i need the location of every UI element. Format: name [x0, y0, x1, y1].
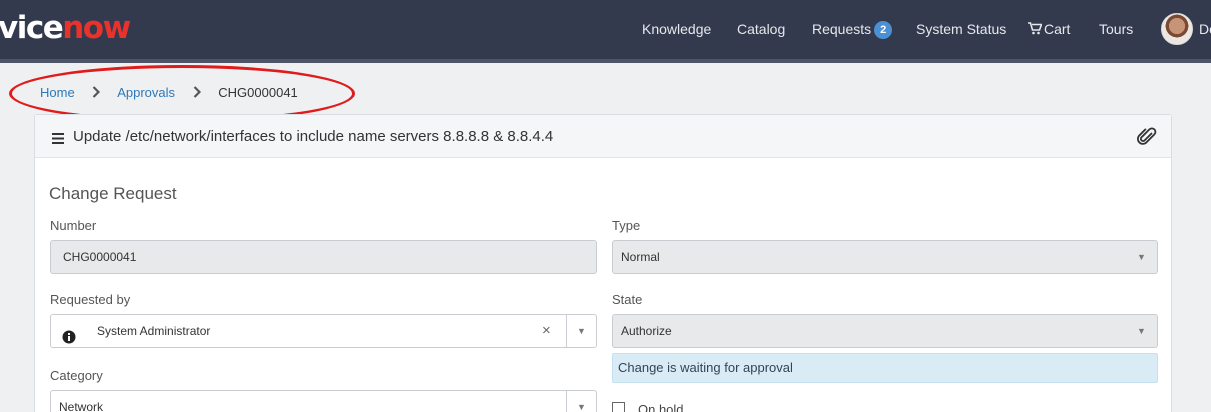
logo-prefix: vice: [0, 10, 64, 46]
requests-count-badge: 2: [874, 21, 893, 39]
state-select[interactable]: Authorize ▼: [612, 314, 1158, 348]
cart-icon: [1028, 22, 1043, 38]
number-field: CHG0000041: [50, 240, 597, 274]
nav-catalog[interactable]: Catalog: [737, 21, 785, 37]
nav-knowledge[interactable]: Knowledge: [642, 21, 711, 37]
state-value: Authorize: [621, 324, 672, 338]
nav-requests-label: Requests: [812, 21, 872, 37]
user-name[interactable]: Do: [1199, 21, 1211, 37]
category-label: Category: [50, 368, 103, 383]
info-icon[interactable]: [62, 324, 76, 347]
number-label: Number: [50, 218, 97, 233]
field-divider: [566, 391, 567, 412]
category-value: Network: [59, 400, 104, 412]
requested-by-value: System Administrator: [97, 324, 211, 338]
number-value: CHG0000041: [63, 250, 137, 264]
state-label: State: [612, 292, 643, 307]
caret-down-icon: ▼: [1137, 252, 1146, 262]
caret-down-icon[interactable]: ▼: [577, 315, 586, 347]
header-divider: [0, 59, 1211, 63]
on-hold-checkbox[interactable]: [612, 402, 625, 412]
servicenow-logo[interactable]: vicenow: [0, 10, 131, 46]
category-select[interactable]: Network ▼: [50, 390, 597, 412]
nav-requests[interactable]: Requests 2: [812, 21, 893, 39]
logo-suffix: now: [62, 10, 131, 46]
top-header: vicenow Knowledge Catalog Requests 2 Syst…: [0, 0, 1211, 59]
caret-down-icon: ▼: [1137, 326, 1146, 336]
user-avatar[interactable]: [1161, 13, 1193, 45]
state-info-message: Change is waiting for approval: [612, 353, 1158, 383]
requested-by-label: Requested by: [50, 292, 131, 307]
nav-system-status[interactable]: System Status: [916, 21, 1006, 37]
type-value: Normal: [621, 250, 660, 264]
card-header: Update /etc/network/interfaces to includ…: [35, 115, 1171, 158]
section-title: Change Request: [49, 184, 177, 203]
card-title: Update /etc/network/interfaces to includ…: [73, 128, 554, 145]
nav-tours[interactable]: Tours: [1099, 21, 1133, 37]
nav-cart-label: Cart: [1044, 21, 1071, 37]
paperclip-icon[interactable]: [1137, 127, 1157, 152]
on-hold-label[interactable]: On hold: [638, 402, 684, 412]
nav-cart[interactable]: Cart: [1028, 21, 1070, 38]
requested-by-field[interactable]: System Administrator × ▼: [50, 314, 597, 348]
type-label: Type: [612, 218, 641, 233]
field-divider: [566, 315, 567, 347]
clear-icon[interactable]: ×: [542, 315, 551, 347]
type-select[interactable]: Normal ▼: [612, 240, 1158, 274]
menu-icon[interactable]: [52, 131, 64, 149]
caret-down-icon[interactable]: ▼: [577, 391, 586, 412]
